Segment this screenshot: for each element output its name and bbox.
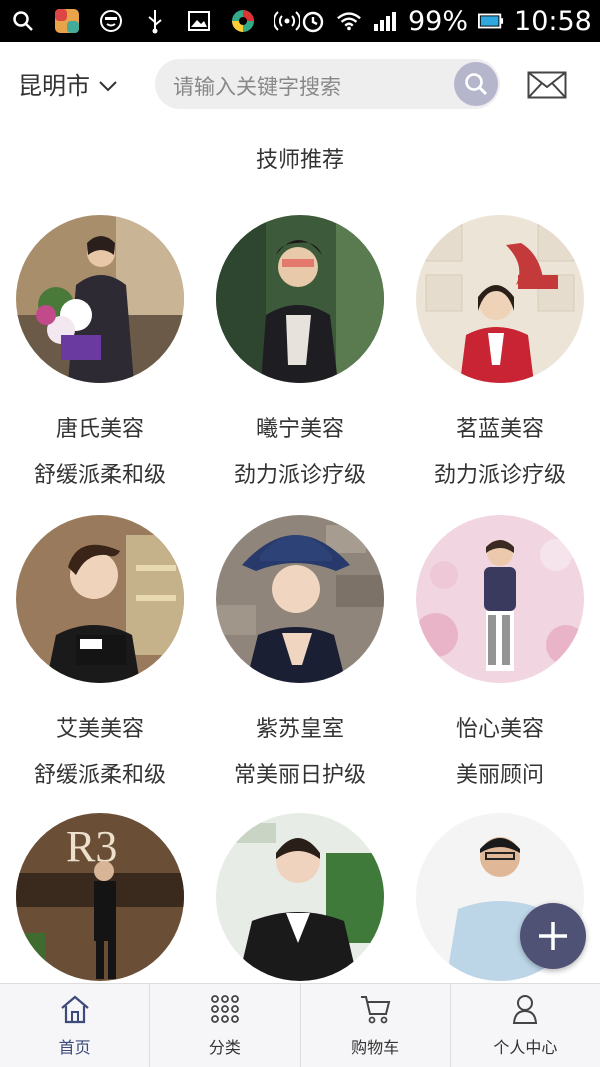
technician-name: 艾美美容: [55, 717, 144, 742]
technician-name: 茗蓝美容: [455, 417, 544, 442]
emoji-icon: [98, 8, 124, 34]
wifi-icon: [336, 8, 362, 34]
technician-level: 美丽顾问: [455, 763, 544, 788]
section-title: 技师推荐: [255, 148, 344, 173]
home-icon: [59, 994, 91, 1028]
cart-icon: [359, 994, 391, 1028]
avatar: [216, 215, 384, 383]
tab-label: 首页: [58, 1037, 91, 1057]
add-button[interactable]: [520, 903, 586, 969]
technician-name: 唐氏美容: [55, 417, 144, 442]
technician-card[interactable]: 怡心美容 美丽顾问: [400, 515, 600, 789]
city-selector[interactable]: 昆明市: [18, 66, 118, 101]
tab-cart[interactable]: 购物车: [301, 984, 451, 1067]
hotspot-icon: [274, 8, 300, 34]
avatar: R3: [16, 813, 184, 981]
city-label: 昆明市: [18, 72, 90, 100]
technician-card[interactable]: 茗蓝美容 劲力派诊疗级: [400, 215, 600, 489]
technician-card[interactable]: 艾美美容 舒缓派柔和级: [0, 515, 200, 789]
tab-label: 购物车: [351, 1037, 400, 1057]
search-button[interactable]: [454, 62, 498, 106]
usb-icon: [142, 8, 168, 34]
technician-card[interactable]: 曦宁美容 劲力派诊疗级: [200, 215, 400, 489]
search-input[interactable]: 请输入关键字搜索: [173, 71, 341, 101]
technician-card[interactable]: [200, 813, 400, 1009]
avatar: [16, 515, 184, 683]
browser-icon: [230, 8, 256, 34]
avatar: [416, 515, 584, 683]
grid-icon: [209, 994, 241, 1028]
mail-icon[interactable]: [527, 71, 567, 99]
tab-category[interactable]: 分类: [150, 984, 301, 1067]
avatar: [16, 215, 184, 383]
signal-icon: [372, 8, 398, 34]
technician-level: 劲力派诊疗级: [233, 463, 366, 488]
alarm-icon: [300, 8, 326, 34]
technician-level: 劲力派诊疗级: [433, 463, 566, 488]
tab-label: 个人中心: [493, 1037, 558, 1057]
technician-card[interactable]: R3: [0, 813, 200, 1009]
image-icon: [186, 8, 212, 34]
avatar: [216, 515, 384, 683]
avatar: [216, 813, 384, 981]
technician-level: 常美丽日护级: [233, 763, 366, 788]
tab-label: 分类: [208, 1037, 241, 1057]
app-icon: [54, 8, 80, 34]
plus-icon: [539, 922, 567, 950]
avatar: [416, 215, 584, 383]
search-icon: [10, 8, 36, 34]
chevron-down-icon: [98, 70, 118, 98]
battery-icon: [478, 8, 504, 34]
technician-card[interactable]: 紫苏皇室 常美丽日护级: [200, 515, 400, 789]
battery-percent: 99%: [408, 5, 469, 37]
technician-name: 怡心美容: [455, 717, 544, 742]
technician-card[interactable]: 唐氏美容 舒缓派柔和级: [0, 215, 200, 489]
clock: 10:58: [514, 5, 592, 37]
technician-level: 舒缓派柔和级: [33, 763, 166, 788]
technician-name: 紫苏皇室: [255, 717, 344, 742]
header: 昆明市 请输入关键字搜索: [0, 42, 600, 126]
search-icon: [465, 73, 488, 96]
person-icon: [509, 994, 541, 1028]
tab-home[interactable]: 首页: [0, 984, 151, 1067]
technician-name: 曦宁美容: [255, 417, 344, 442]
status-bar: 99% 10:58: [0, 0, 600, 42]
tab-profile[interactable]: 个人中心: [451, 984, 600, 1067]
technician-level: 舒缓派柔和级: [33, 463, 166, 488]
bottom-tab-bar: 首页 分类 购物车 个人中心: [0, 983, 600, 1067]
search-bar[interactable]: 请输入关键字搜索: [155, 59, 500, 109]
